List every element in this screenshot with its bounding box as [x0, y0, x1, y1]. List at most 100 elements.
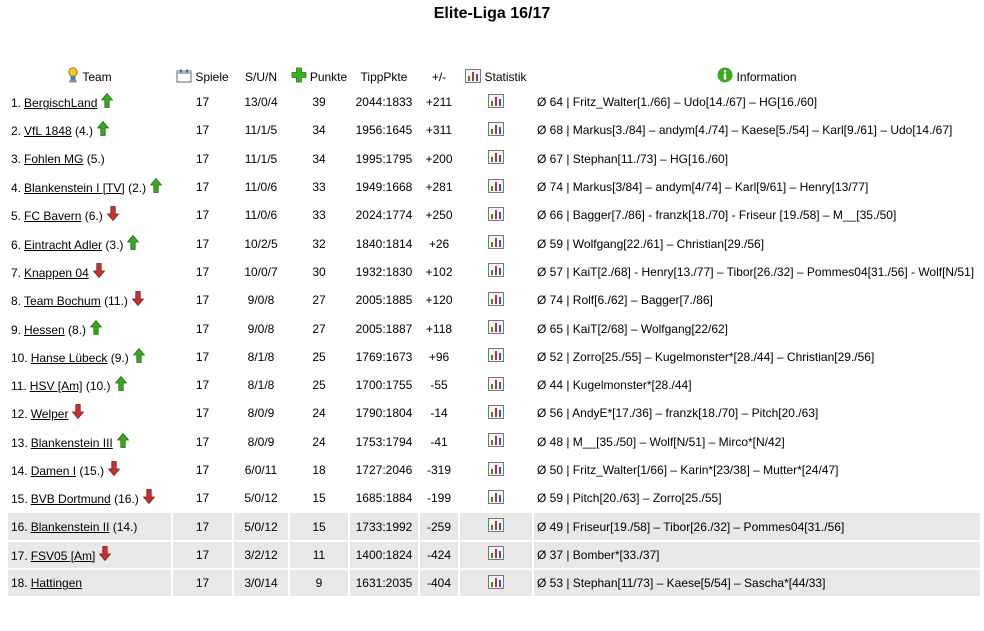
statistics-chart-icon[interactable] — [488, 348, 504, 365]
rank: 4. — [11, 181, 22, 196]
team-cell: 5. FC Bavern (6.) — [8, 202, 171, 228]
table-row: 3. Fohlen MG (5.) 17 11/1/5 34 1995:1795 +200 Ø… — [8, 146, 980, 172]
statistics-cell — [460, 541, 532, 569]
team-link[interactable]: FC Bavern — [24, 209, 81, 223]
statistics-chart-icon[interactable] — [488, 320, 504, 337]
team-link[interactable]: Knappen 04 — [24, 266, 89, 280]
table-row: 17. FSV05 [Am] 17 3/2/12 11 1400:1824 -424 Ø 37… — [8, 541, 980, 569]
team-link[interactable]: Blankenstein III — [31, 436, 113, 450]
team-link[interactable]: Hessen — [24, 323, 65, 337]
league-table: Team Spiele S/U/N Punkte TippPkte +/- St… — [6, 58, 982, 598]
team-link[interactable]: BergischLand — [24, 96, 97, 110]
win-draw-loss: 11/0/6 — [244, 208, 278, 223]
team-link[interactable]: VfL 1848 — [24, 124, 72, 138]
statistics-chart-icon[interactable] — [488, 518, 504, 535]
team-link[interactable]: Damen I — [31, 464, 76, 478]
team-link[interactable]: Eintracht Adler — [24, 238, 102, 252]
statistics-chart-icon[interactable] — [488, 235, 504, 252]
team-information: Ø 52 | Zorro[25./55] – Kugelmonster*[28.… — [537, 349, 875, 364]
team-link[interactable]: Blankenstein I [TV] — [24, 181, 125, 195]
win-draw-loss: 6/0/11 — [244, 463, 278, 477]
team-information: Ø 53 | Stephan[11/73] – Kaese[5/54] – Sa… — [534, 570, 980, 597]
statistics-chart-icon[interactable] — [488, 489, 504, 507]
previous-rank: (4.) — [74, 124, 93, 139]
rank: 12. — [11, 407, 28, 422]
header-row: Team Spiele S/U/N Punkte TippPkte +/- St… — [8, 60, 980, 87]
point-difference: -55 — [430, 378, 448, 393]
trend-up-arrow-icon — [132, 347, 146, 366]
tip-points: 1753:1794 — [355, 434, 413, 449]
games-played: 17 — [195, 378, 210, 393]
rank: 15. — [11, 492, 28, 507]
previous-rank: (11.) — [104, 294, 128, 309]
team-information: Ø 68 | Markus[3./84] – andym[4./74] – Ka… — [537, 123, 953, 138]
team-link[interactable]: Hanse Lübeck — [31, 351, 108, 365]
rank: 17. — [11, 548, 28, 563]
statistics-chart-icon[interactable] — [488, 404, 504, 422]
team-link[interactable]: Blankenstein II — [31, 520, 110, 534]
header-spiele-label: Spiele — [195, 70, 229, 84]
statistics-chart-icon[interactable] — [488, 206, 504, 224]
games-played: 17 — [195, 151, 210, 166]
table-row: 12. Welper 17 8/0/9 24 1790:1804 -14 Ø 56 | And… — [8, 400, 980, 426]
team-cell: 10. Hanse Lübeck (9.) — [8, 344, 171, 370]
win-draw-loss: 10/2/5 — [244, 236, 278, 251]
statistics-chart-icon[interactable] — [488, 291, 504, 309]
statistics-chart-icon[interactable] — [488, 433, 504, 450]
header-punkte-label: Punkte — [309, 70, 348, 84]
rank: 9. — [11, 322, 22, 337]
team-link[interactable]: Fohlen MG — [24, 152, 83, 166]
previous-rank: (9.) — [110, 350, 129, 365]
statistics-chart-icon[interactable] — [488, 150, 504, 167]
team-link[interactable]: Team Bochum — [24, 294, 101, 308]
previous-rank: (5.) — [86, 151, 105, 166]
statistics-chart-icon[interactable] — [488, 121, 504, 139]
team-cell: 12. Welper — [8, 400, 171, 426]
team-link[interactable]: HSV [Am] — [30, 379, 83, 393]
point-difference: +120 — [425, 293, 453, 308]
win-draw-loss: 3/2/12 — [234, 541, 288, 569]
header-punkte: Punkte — [290, 60, 348, 87]
standings-body: 1. BergischLand 17 13/0/4 39 2044:1833 +211 Ø 6… — [8, 89, 980, 597]
header-information: Information — [534, 60, 980, 87]
info-icon — [717, 67, 733, 83]
team-link[interactable]: Hattingen — [31, 576, 82, 590]
previous-rank: (8.) — [68, 322, 87, 337]
statistics-chart-icon[interactable] — [488, 376, 504, 394]
statistics-cell — [460, 89, 532, 115]
team-information: Ø 74 | Rolf[6./62] – Bagger[7./86] — [537, 293, 713, 308]
statistics-chart-icon[interactable] — [488, 263, 504, 280]
header-tipppkte: TippPkte — [360, 70, 408, 84]
trend-down-arrow-icon — [107, 461, 121, 479]
header-information-label: Information — [736, 70, 797, 84]
team-cell: 8. Team Bochum (11.) — [8, 287, 171, 313]
statistics-chart-icon[interactable] — [488, 574, 504, 592]
point-difference: +118 — [425, 321, 453, 336]
games-played: 17 — [195, 180, 210, 195]
statistics-chart-icon[interactable] — [488, 461, 504, 479]
trend-down-arrow-icon — [99, 545, 112, 564]
team-cell: 4. Blankenstein I [TV] (2.) — [8, 174, 171, 200]
team-link[interactable]: BVB Dortmund — [31, 492, 111, 506]
team-link[interactable]: Welper — [31, 407, 69, 421]
points: 33 — [312, 208, 326, 223]
win-draw-loss: 9/0/8 — [247, 321, 275, 336]
team-information: Ø 67 | Stephan[11./73] – HG[16./60] — [537, 151, 729, 166]
tip-points: 1956:1645 — [355, 123, 413, 138]
tip-points: 1733:1992 — [350, 513, 418, 540]
trend-down-arrow-icon — [106, 206, 120, 224]
statistics-chart-icon[interactable] — [488, 93, 504, 111]
team-link[interactable]: FSV05 [Am] — [31, 549, 96, 563]
team-cell: 16. Blankenstein II (14.) — [8, 513, 171, 540]
table-row: 2. VfL 1848 (4.) 17 11/1/5 34 1956:1645 +311 Ø … — [8, 117, 980, 143]
statistics-chart-icon[interactable] — [488, 546, 504, 563]
statistics-chart-icon[interactable] — [488, 178, 504, 196]
games-played: 17 — [195, 491, 210, 506]
win-draw-loss: 8/0/9 — [247, 434, 275, 449]
points: 34 — [312, 151, 326, 166]
previous-rank: (10.) — [85, 379, 111, 394]
rank: 8. — [11, 294, 22, 309]
table-row: 18. Hattingen 17 3/0/14 9 1631:2035 -404 Ø 53 |… — [8, 570, 980, 597]
games-played: 17 — [195, 95, 210, 110]
points: 30 — [312, 264, 326, 279]
